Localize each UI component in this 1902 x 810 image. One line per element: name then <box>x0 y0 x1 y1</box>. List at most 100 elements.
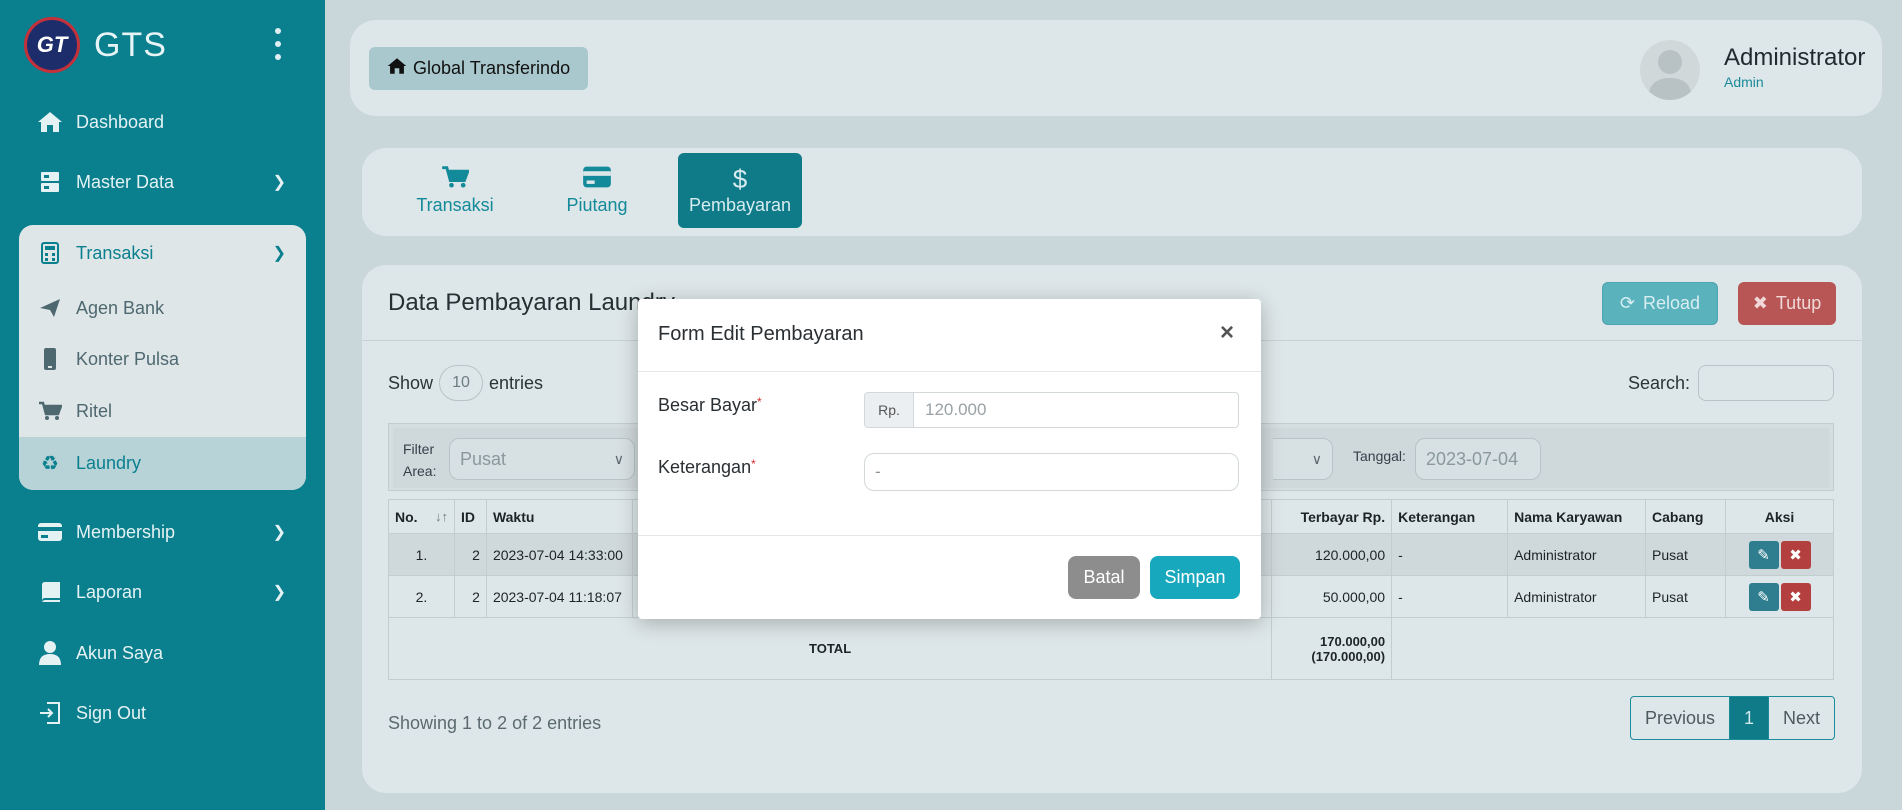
sidebar-item-sign-out[interactable]: Sign Out <box>36 693 286 733</box>
col-nama-karyawan[interactable]: Nama Karyawan <box>1507 499 1647 534</box>
sort-icon: ↓↑ <box>434 508 448 524</box>
delete-icon[interactable]: ✖ <box>1780 582 1811 611</box>
divider <box>638 535 1261 536</box>
currency-addon: Rp. <box>864 392 914 428</box>
chevron-right-icon: ❯ <box>272 584 286 601</box>
sidebar-item-label: Master Data <box>76 171 175 192</box>
sidebar-item-label: Akun Saya <box>76 642 164 663</box>
sidebar-item-ritel[interactable]: Ritel <box>36 391 286 431</box>
modal-title: Form Edit Pembayaran <box>658 323 864 345</box>
chevron-down-icon: ∨ <box>1311 451 1322 467</box>
prev-page-button[interactable]: Previous <box>1631 697 1731 739</box>
cart-icon <box>36 399 64 423</box>
tanggal-label: Tanggal: <box>1353 448 1406 464</box>
sidebar-item-label: Dashboard <box>76 111 165 132</box>
cart-icon <box>441 165 470 195</box>
table-info: Showing 1 to 2 of 2 entries <box>388 713 602 733</box>
sidebar-item-label: Konter Pulsa <box>76 348 180 369</box>
sidebar-item-label: Membership <box>76 521 176 542</box>
tab-transaksi[interactable]: Transaksi <box>400 153 510 228</box>
chevron-right-icon: ❯ <box>272 174 286 191</box>
divider <box>638 371 1261 372</box>
col-terbayar[interactable]: Terbayar Rp. <box>1271 499 1393 534</box>
besar-bayar-input[interactable]: 120.000 <box>913 392 1239 428</box>
reload-button[interactable]: ⟳ Reload <box>1602 282 1718 325</box>
transaksi-group: Transaksi ❯ Agen Bank Konter Pulsa Ritel… <box>19 225 306 490</box>
server-icon <box>36 170 64 194</box>
user-name: Administrator <box>1724 44 1866 71</box>
sidebar-item-dashboard[interactable]: Dashboard <box>36 102 286 142</box>
home-icon <box>36 110 64 134</box>
col-id[interactable]: ID <box>453 499 487 534</box>
gts-logo: GT <box>24 17 80 73</box>
kebab-menu-icon[interactable] <box>272 28 284 60</box>
edit-icon[interactable]: ✎ <box>1748 582 1779 611</box>
keterangan-input[interactable]: - <box>864 453 1239 491</box>
tab-pembayaran[interactable]: $ Pembayaran <box>678 153 802 228</box>
total-label: TOTAL <box>387 617 1273 680</box>
chevron-right-icon: ❯ <box>272 245 286 262</box>
sidebar-item-label: Ritel <box>76 400 113 421</box>
sidebar-item-transaksi[interactable]: Transaksi ❯ <box>36 233 286 273</box>
edit-icon[interactable]: ✎ <box>1748 540 1779 569</box>
col-no[interactable]: No. ↓↑ <box>388 499 455 534</box>
edit-payment-modal: Form Edit Pembayaran × Besar Bayar* Rp. … <box>638 299 1261 619</box>
refresh-icon: ⟳ <box>1619 293 1636 313</box>
total-value: 170.000,00 (170.000,00) <box>1271 617 1393 680</box>
close-icon[interactable]: × <box>1220 319 1234 347</box>
sidebar-item-agen-bank[interactable]: Agen Bank <box>36 288 286 328</box>
filter-select[interactable]: ∨ <box>1273 438 1333 480</box>
table-total-row: TOTAL 170.000,00 (170.000,00) <box>387 617 1834 680</box>
batal-button[interactable]: Batal <box>1068 556 1140 599</box>
page-length-select[interactable]: 10 <box>439 365 484 401</box>
dollar-icon: $ <box>732 164 748 194</box>
sidebar-item-label: Agen Bank <box>76 297 165 318</box>
tab-label: Transaksi <box>416 195 494 215</box>
required-mark: * <box>751 457 756 471</box>
sidebar-item-akun-saya[interactable]: Akun Saya <box>36 633 286 673</box>
sidebar-item-master-data[interactable]: Master Data ❯ <box>36 162 286 202</box>
tab-piutang[interactable]: Piutang <box>552 153 642 228</box>
sidebar-item-membership[interactable]: Membership ❯ <box>36 512 286 552</box>
paper-plane-icon <box>36 296 64 320</box>
chevron-down-icon: ∨ <box>613 450 624 467</box>
user-icon <box>36 641 64 665</box>
credit-card-icon <box>582 165 612 195</box>
besar-bayar-label: Besar Bayar* <box>658 395 762 415</box>
next-page-button[interactable]: Next <box>1769 697 1834 739</box>
sidebar-item-laporan[interactable]: Laporan ❯ <box>36 572 286 612</box>
col-aksi: Aksi <box>1725 499 1834 534</box>
sidebar-item-label: Transaksi <box>76 242 154 263</box>
sidebar-item-laundry[interactable]: ♻ Laundry <box>36 443 286 483</box>
credit-card-icon <box>36 520 64 544</box>
required-mark: * <box>757 395 762 409</box>
delete-icon[interactable]: ✖ <box>1780 540 1811 569</box>
tab-label: Piutang <box>566 195 628 215</box>
company-home-button[interactable]: Global Transferindo <box>369 47 589 90</box>
simpan-button[interactable]: Simpan <box>1150 556 1240 599</box>
pagination: Previous 1 Next <box>1630 696 1836 740</box>
page-length-control: Show 10 entries <box>388 365 543 401</box>
chevron-right-icon: ❯ <box>272 524 286 541</box>
user-role: Admin <box>1724 74 1764 90</box>
tanggal-input[interactable]: 2023-07-04 <box>1415 438 1541 480</box>
col-cabang[interactable]: Cabang <box>1645 499 1726 534</box>
filter-area-select[interactable]: Pusat ∨ <box>449 438 635 480</box>
sign-out-icon <box>36 701 64 725</box>
filter-area-label: Filter Area: <box>403 441 437 479</box>
sidebar-item-label: Sign Out <box>76 702 147 723</box>
col-waktu[interactable]: Waktu <box>485 499 633 534</box>
tutup-button[interactable]: ✖ Tutup <box>1738 282 1836 325</box>
page-1-button[interactable]: 1 <box>1730 697 1770 739</box>
brand[interactable]: GT GTS <box>24 16 167 74</box>
sidebar-item-konter-pulsa[interactable]: Konter Pulsa <box>36 339 286 379</box>
search-input[interactable] <box>1698 365 1835 401</box>
avatar[interactable] <box>1640 40 1700 100</box>
col-keterangan[interactable]: Keterangan <box>1391 499 1509 534</box>
tabs-bar: Transaksi Piutang $ Pembayaran <box>362 148 1862 236</box>
sidebar: GT GTS Dashboard Master Data ❯ Transaksi… <box>0 0 325 810</box>
close-icon: ✖ <box>1752 293 1768 313</box>
calculator-icon <box>36 241 64 265</box>
search-control: Search: <box>1628 365 1835 401</box>
sidebar-item-label: Laundry <box>76 452 142 473</box>
